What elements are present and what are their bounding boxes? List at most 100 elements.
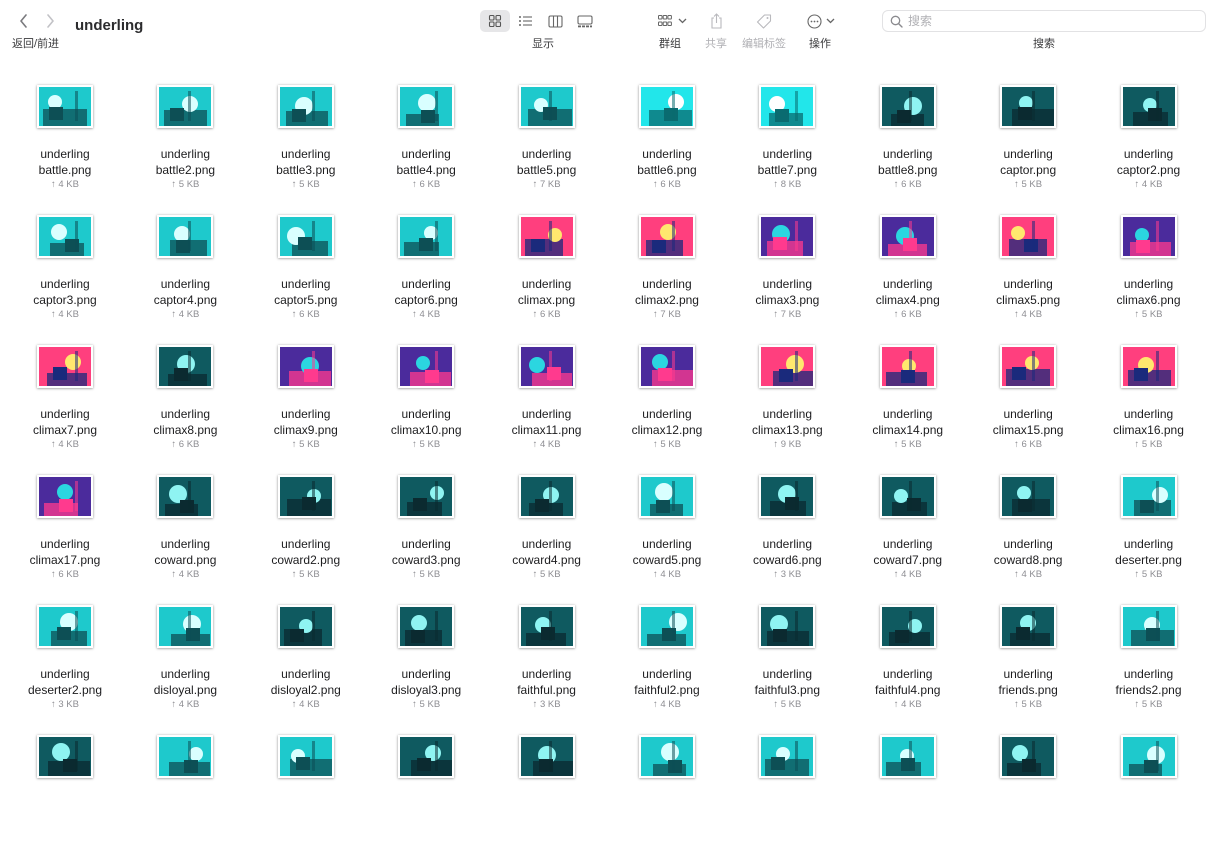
file-item[interactable] — [968, 722, 1088, 852]
search-input[interactable] — [908, 14, 1188, 28]
file-item[interactable]: underling captor2.png ↑ 4 KB — [1089, 72, 1209, 202]
file-item[interactable]: underling climax14.png ↑ 5 KB — [848, 332, 968, 462]
file-thumbnail — [398, 215, 455, 258]
file-name-line1: underling — [1123, 667, 1174, 681]
file-name-line1: underling — [40, 277, 90, 291]
file-item[interactable]: underling disloyal2.png ↑ 4 KB — [246, 592, 366, 722]
file-item[interactable]: underling faithful4.png ↑ 4 KB — [848, 592, 968, 722]
file-name-line1: underling — [281, 667, 331, 681]
file-item[interactable]: underling coward3.png ↑ 5 KB — [366, 462, 486, 592]
ellipsis-circle-icon — [807, 13, 822, 29]
file-item[interactable]: underling faithful.png ↑ 3 KB — [487, 592, 607, 722]
file-item[interactable]: underling disloyal.png ↑ 4 KB — [125, 592, 245, 722]
file-item[interactable]: underling battle8.png ↑ 6 KB — [848, 72, 968, 202]
file-item[interactable]: underling climax13.png ↑ 9 KB — [727, 332, 847, 462]
file-name-line1: underling — [1003, 667, 1053, 681]
file-name-line2: climax3.png — [755, 293, 820, 307]
file-item[interactable]: underling deserter2.png ↑ 3 KB — [5, 592, 125, 722]
file-item[interactable]: underling climax10.png ↑ 5 KB — [366, 332, 486, 462]
file-item[interactable]: underling coward6.png ↑ 3 KB — [727, 462, 847, 592]
file-name-line2: climax2.png — [634, 293, 699, 307]
file-item[interactable]: underling coward8.png ↑ 4 KB — [968, 462, 1088, 592]
file-item[interactable] — [848, 722, 968, 852]
file-item[interactable]: underling climax16.png ↑ 5 KB — [1089, 332, 1209, 462]
file-thumbnail — [1120, 475, 1177, 518]
file-size-label: ↑ 5 KB — [412, 699, 441, 710]
file-item[interactable]: underling climax9.png ↑ 5 KB — [246, 332, 366, 462]
file-item[interactable] — [366, 722, 486, 852]
thumbnail-art — [279, 347, 332, 386]
file-item[interactable]: underling coward4.png ↑ 5 KB — [487, 462, 607, 592]
file-item[interactable]: underling climax7.png ↑ 4 KB — [5, 332, 125, 462]
file-item[interactable]: underling climax5.png ↑ 4 KB — [968, 202, 1088, 332]
chevron-left-icon — [20, 14, 27, 28]
file-thumbnail — [638, 345, 695, 388]
gallery-view-button[interactable] — [570, 10, 600, 32]
file-item[interactable]: underling deserter.png ↑ 5 KB — [1089, 462, 1209, 592]
thumbnail-art — [400, 347, 453, 386]
file-item[interactable]: underling battle5.png ↑ 7 KB — [487, 72, 607, 202]
file-item[interactable]: underling coward.png ↑ 4 KB — [125, 462, 245, 592]
file-item[interactable]: underling friends.png ↑ 5 KB — [968, 592, 1088, 722]
file-thumbnail — [37, 605, 93, 648]
thumbnail-art — [1002, 607, 1055, 646]
file-item[interactable]: underling battle3.png ↑ 5 KB — [246, 72, 366, 202]
back-button[interactable] — [15, 12, 33, 30]
action-button[interactable] — [806, 10, 836, 32]
file-item[interactable] — [1089, 722, 1209, 852]
file-item[interactable] — [246, 722, 366, 852]
file-item[interactable]: underling climax4.png ↑ 6 KB — [848, 202, 968, 332]
file-thumbnail — [1000, 85, 1057, 128]
file-item[interactable]: underling climax12.png ↑ 5 KB — [607, 332, 727, 462]
file-item[interactable]: underling captor.png ↑ 5 KB — [968, 72, 1088, 202]
file-item[interactable] — [5, 722, 125, 852]
search-field[interactable] — [882, 10, 1206, 32]
file-item[interactable]: underling climax11.png ↑ 4 KB — [487, 332, 607, 462]
file-name-line1: underling — [1123, 407, 1174, 421]
share-button[interactable] — [708, 10, 724, 32]
file-item[interactable]: underling climax8.png ↑ 6 KB — [125, 332, 245, 462]
file-item[interactable]: underling climax.png ↑ 6 KB — [487, 202, 607, 332]
file-item[interactable]: underling battle4.png ↑ 6 KB — [366, 72, 486, 202]
share-icon — [710, 13, 722, 29]
forward-button[interactable] — [41, 12, 59, 30]
icon-view-button[interactable] — [480, 10, 510, 32]
file-item[interactable]: underling disloyal3.png ↑ 5 KB — [366, 592, 486, 722]
file-size-label: ↑ 3 KB — [51, 699, 79, 710]
file-item[interactable] — [727, 722, 847, 852]
group-button[interactable] — [655, 10, 689, 32]
file-item[interactable]: underling climax6.png ↑ 5 KB — [1089, 202, 1209, 332]
file-item[interactable]: underling captor6.png ↑ 4 KB — [366, 202, 486, 332]
file-name-line1: underling — [40, 407, 90, 421]
file-item[interactable]: underling battle6.png ↑ 6 KB — [607, 72, 727, 202]
edit-tags-button[interactable] — [755, 10, 773, 32]
column-view-button[interactable] — [540, 10, 570, 32]
file-item[interactable]: underling coward5.png ↑ 4 KB — [607, 462, 727, 592]
thumbnail-art — [1122, 347, 1175, 386]
file-item[interactable]: underling climax2.png ↑ 7 KB — [607, 202, 727, 332]
file-name-line1: underling — [160, 407, 211, 421]
file-name-line1: underling — [762, 407, 813, 421]
file-item[interactable]: underling climax3.png ↑ 7 KB — [727, 202, 847, 332]
file-item[interactable]: underling battle7.png ↑ 8 KB — [727, 72, 847, 202]
file-item[interactable] — [487, 722, 607, 852]
file-item[interactable]: underling coward2.png ↑ 5 KB — [246, 462, 366, 592]
file-item[interactable]: underling battle2.png ↑ 5 KB — [125, 72, 245, 202]
file-item[interactable]: underling captor4.png ↑ 4 KB — [125, 202, 245, 332]
file-item[interactable]: underling climax17.png ↑ 6 KB — [5, 462, 125, 592]
file-item[interactable] — [607, 722, 727, 852]
file-item[interactable]: underling faithful2.png ↑ 4 KB — [607, 592, 727, 722]
file-item[interactable]: underling battle.png ↑ 4 KB — [5, 72, 125, 202]
thumbnail-art — [881, 217, 934, 256]
file-thumbnail — [518, 345, 575, 388]
file-item[interactable]: underling friends2.png ↑ 5 KB — [1089, 592, 1209, 722]
file-item[interactable]: underling faithful3.png ↑ 5 KB — [727, 592, 847, 722]
file-item[interactable]: underling captor3.png ↑ 4 KB — [5, 202, 125, 332]
file-name-line1: underling — [40, 667, 90, 681]
file-item[interactable]: underling climax15.png ↑ 6 KB — [968, 332, 1088, 462]
list-view-button[interactable] — [510, 10, 540, 32]
file-item[interactable] — [125, 722, 245, 852]
file-item[interactable]: underling coward7.png ↑ 4 KB — [848, 462, 968, 592]
file-item[interactable]: underling captor5.png ↑ 6 KB — [246, 202, 366, 332]
file-name-line1: underling — [883, 407, 933, 421]
